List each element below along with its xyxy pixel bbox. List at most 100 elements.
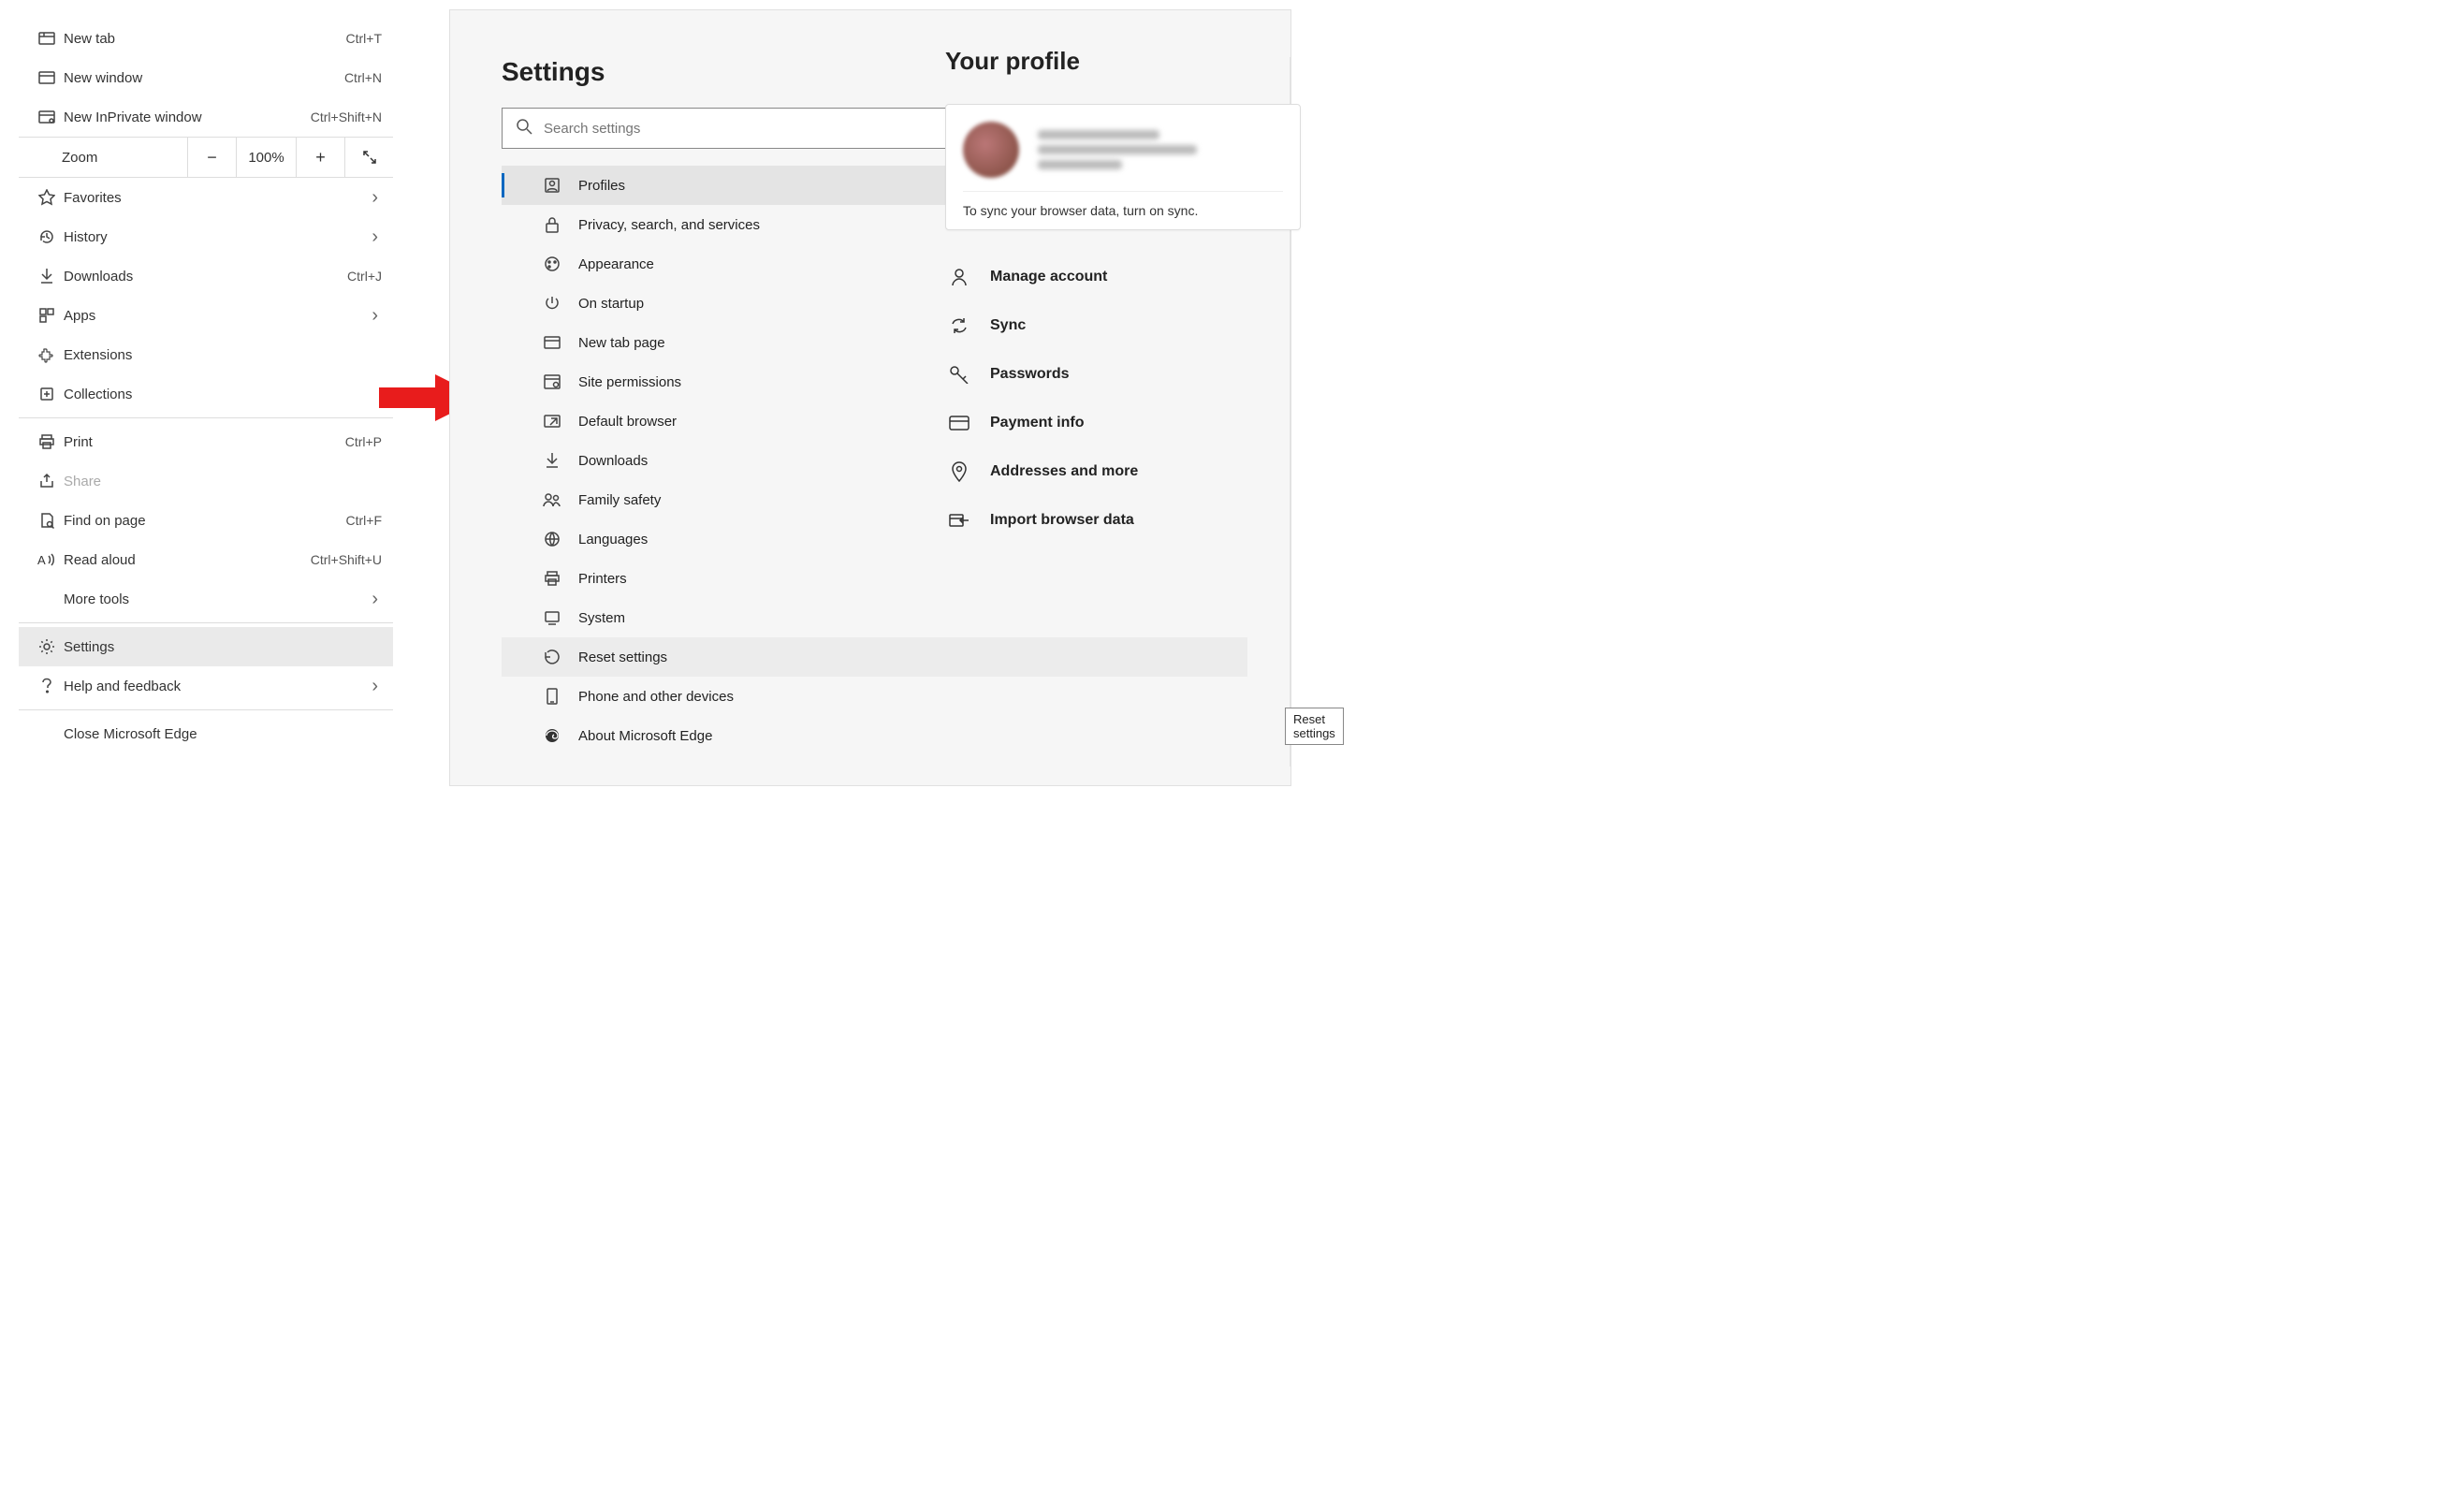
svg-text:A: A bbox=[37, 553, 46, 567]
menu-label: Share bbox=[64, 474, 382, 489]
gear-icon bbox=[30, 638, 64, 655]
import-icon bbox=[949, 512, 970, 529]
apps-icon bbox=[30, 308, 64, 323]
nav-label: Profiles bbox=[578, 178, 625, 194]
menu-label: Help and feedback bbox=[64, 679, 372, 694]
fullscreen-button[interactable] bbox=[344, 138, 393, 177]
find-icon bbox=[30, 512, 64, 529]
menu-label: Settings bbox=[64, 639, 382, 655]
share-icon bbox=[30, 473, 64, 489]
menu-downloads[interactable]: Downloads Ctrl+J bbox=[19, 256, 393, 296]
menu-separator bbox=[19, 622, 393, 623]
menu-label: Find on page bbox=[64, 513, 346, 529]
nav-label: Default browser bbox=[578, 414, 677, 430]
menu-print[interactable]: Print Ctrl+P bbox=[19, 422, 393, 461]
menu-history[interactable]: History bbox=[19, 217, 393, 256]
menu-zoom-row: Zoom − 100% + bbox=[19, 137, 393, 178]
menu-label: Collections bbox=[64, 387, 382, 402]
newtab-icon bbox=[543, 336, 561, 349]
nav-label: Printers bbox=[578, 571, 627, 587]
nav-reset[interactable]: Reset settings bbox=[502, 637, 1247, 677]
nav-label: Privacy, search, and services bbox=[578, 217, 760, 233]
printer-icon bbox=[543, 570, 561, 587]
chevron-right-icon bbox=[372, 305, 382, 327]
menu-apps[interactable]: Apps bbox=[19, 296, 393, 335]
lock-icon bbox=[543, 216, 561, 233]
chevron-right-icon bbox=[372, 226, 382, 248]
menu-label: Apps bbox=[64, 308, 372, 324]
inprivate-icon bbox=[30, 110, 64, 124]
nav-about[interactable]: About Microsoft Edge bbox=[502, 716, 1247, 755]
zoom-in-button[interactable]: + bbox=[296, 138, 344, 177]
profile-name-redacted bbox=[1038, 130, 1197, 169]
menu-label: Print bbox=[64, 434, 345, 450]
site-perm-icon bbox=[543, 374, 561, 389]
profile-icon bbox=[543, 177, 561, 194]
nav-label: About Microsoft Edge bbox=[578, 728, 712, 744]
action-import[interactable]: Import browser data bbox=[945, 496, 1301, 545]
nav-label: Phone and other devices bbox=[578, 689, 734, 705]
avatar bbox=[963, 122, 1019, 178]
new-window-icon bbox=[30, 71, 64, 84]
collections-icon bbox=[30, 386, 64, 402]
menu-new-window[interactable]: New window Ctrl+N bbox=[19, 58, 393, 97]
nav-phone[interactable]: Phone and other devices bbox=[502, 677, 1247, 716]
action-payment[interactable]: Payment info bbox=[945, 399, 1301, 447]
default-browser-icon bbox=[543, 415, 561, 428]
menu-shortcut: Ctrl+T bbox=[346, 31, 383, 46]
menu-collections[interactable]: Collections bbox=[19, 374, 393, 414]
reset-icon bbox=[543, 649, 561, 665]
sync-icon bbox=[949, 317, 970, 334]
edge-overflow-menu: New tab Ctrl+T New window Ctrl+N New InP… bbox=[19, 19, 393, 753]
nav-label: On startup bbox=[578, 296, 644, 312]
sync-message: To sync your browser data, turn on sync. bbox=[963, 191, 1283, 218]
menu-label: Favorites bbox=[64, 190, 372, 206]
nav-system[interactable]: System bbox=[502, 598, 1247, 637]
search-icon bbox=[516, 118, 532, 139]
download-icon bbox=[543, 452, 561, 469]
menu-extensions[interactable]: Extensions bbox=[19, 335, 393, 374]
power-icon bbox=[543, 296, 561, 311]
location-icon bbox=[949, 461, 970, 482]
menu-more-tools[interactable]: More tools bbox=[19, 579, 393, 619]
action-sync[interactable]: Sync bbox=[945, 301, 1301, 350]
nav-label: System bbox=[578, 610, 625, 626]
phone-icon bbox=[543, 688, 561, 705]
menu-label: Read aloud bbox=[64, 552, 311, 568]
read-aloud-icon: A bbox=[30, 552, 64, 567]
nav-label: New tab page bbox=[578, 335, 665, 351]
menu-favorites[interactable]: Favorites bbox=[19, 178, 393, 217]
menu-shortcut: Ctrl+N bbox=[344, 70, 382, 85]
action-passwords[interactable]: Passwords bbox=[945, 350, 1301, 399]
nav-label: Family safety bbox=[578, 492, 661, 508]
nav-label: Appearance bbox=[578, 256, 654, 272]
menu-read-aloud[interactable]: A Read aloud Ctrl+Shift+U bbox=[19, 540, 393, 579]
menu-label: Close Microsoft Edge bbox=[64, 726, 382, 742]
action-label: Manage account bbox=[990, 269, 1107, 285]
menu-label: New tab bbox=[64, 31, 346, 47]
menu-label: More tools bbox=[64, 591, 372, 607]
menu-help[interactable]: Help and feedback bbox=[19, 666, 393, 706]
action-manage-account[interactable]: Manage account bbox=[945, 253, 1301, 301]
action-addresses[interactable]: Addresses and more bbox=[945, 447, 1301, 496]
menu-shortcut: Ctrl+Shift+U bbox=[311, 552, 382, 567]
nav-label: Languages bbox=[578, 532, 648, 547]
menu-inprivate[interactable]: New InPrivate window Ctrl+Shift+N bbox=[19, 97, 393, 137]
menu-shortcut: Ctrl+J bbox=[347, 269, 382, 284]
action-label: Sync bbox=[990, 317, 1026, 334]
profile-title: Your profile bbox=[945, 47, 1301, 76]
menu-separator bbox=[19, 417, 393, 418]
appearance-icon bbox=[543, 255, 561, 272]
menu-find[interactable]: Find on page Ctrl+F bbox=[19, 501, 393, 540]
action-label: Import browser data bbox=[990, 512, 1134, 529]
zoom-out-button[interactable]: − bbox=[187, 138, 236, 177]
profile-panel: Your profile To sync your browser data, … bbox=[945, 47, 1301, 545]
menu-new-tab[interactable]: New tab Ctrl+T bbox=[19, 19, 393, 58]
menu-label: Extensions bbox=[64, 347, 382, 363]
menu-shortcut: Ctrl+P bbox=[345, 434, 382, 449]
menu-settings[interactable]: Settings bbox=[19, 627, 393, 666]
menu-label: Downloads bbox=[64, 269, 347, 285]
favorites-icon bbox=[30, 189, 64, 206]
nav-printers[interactable]: Printers bbox=[502, 559, 1247, 598]
menu-close-edge[interactable]: Close Microsoft Edge bbox=[19, 714, 393, 753]
